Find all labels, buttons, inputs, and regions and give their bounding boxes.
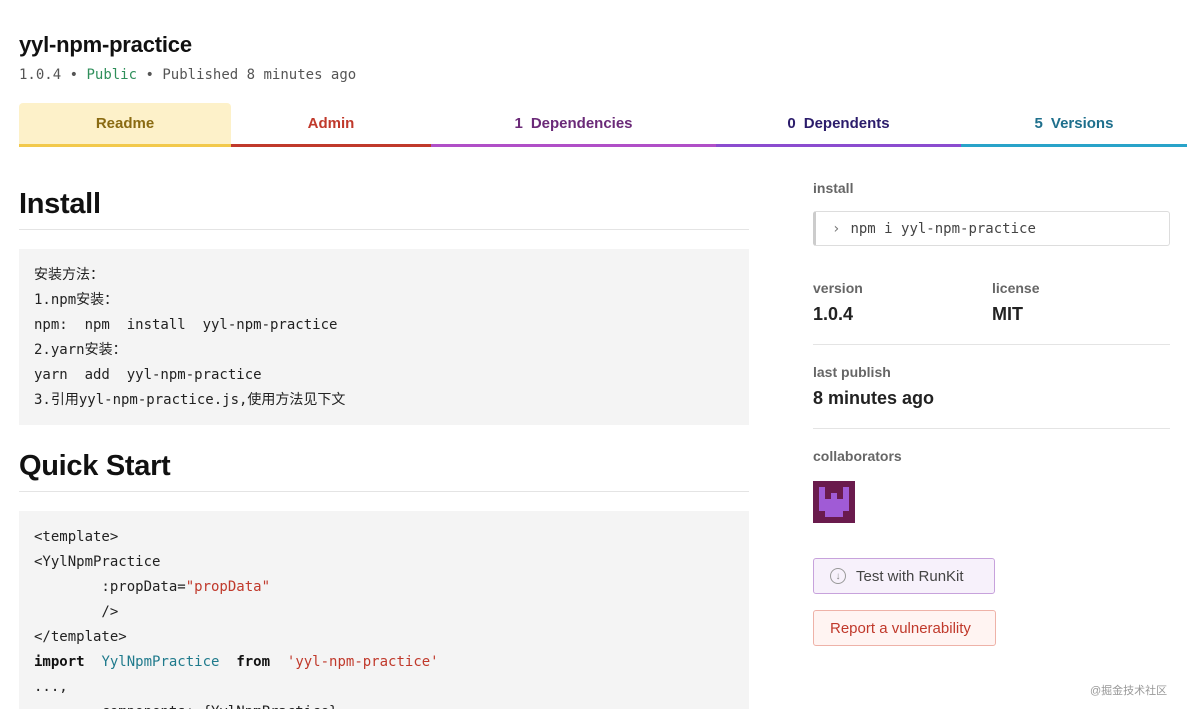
code-string: "propData": [185, 579, 271, 595]
test-with-runkit-button[interactable]: ↓ Test with RunKit: [813, 558, 995, 594]
tab-dependencies[interactable]: 1 Dependencies: [431, 103, 716, 147]
install-heading: Install: [19, 188, 749, 230]
download-icon: ↓: [830, 568, 846, 584]
version-section: version 1.0.4: [813, 280, 983, 325]
code-class: YylNpmPractice: [101, 654, 220, 670]
tab-versions[interactable]: 5 Versions: [961, 103, 1187, 147]
version-value: 1.0.4: [813, 304, 854, 324]
code-line: yarn add yyl-npm-practice: [34, 367, 262, 383]
avatar-icon: [813, 481, 855, 523]
tab-label: Readme: [95, 115, 155, 132]
meta-separator: •: [145, 67, 154, 83]
watermark: @掘金技术社区: [1090, 685, 1168, 697]
last-publish-section: last publish 8 minutes ago: [813, 364, 1170, 409]
code-line: />: [34, 604, 119, 620]
tab-label: Versions: [1050, 115, 1114, 132]
tab-admin[interactable]: Admin: [231, 103, 431, 147]
tab-count: 5: [1034, 115, 1043, 132]
report-vulnerability-button[interactable]: Report a vulnerability: [813, 610, 996, 646]
vuln-label: Report a vulnerability: [830, 619, 971, 637]
install-command: npm i yyl-npm-practice: [850, 220, 1036, 237]
code-line: 1.npm安装：: [34, 292, 119, 308]
meta-separator: •: [69, 67, 79, 83]
tab-label: Admin: [307, 115, 355, 132]
visibility-badge: Public: [86, 67, 138, 83]
code-line: :propData="propData": [34, 575, 734, 600]
last-publish-value: 8 minutes ago: [813, 388, 935, 408]
published-time: Published 8 minutes ago: [162, 67, 357, 83]
code-line: components: {YylNpmPractice},: [34, 700, 734, 709]
runkit-label: Test with RunKit: [856, 567, 964, 585]
code-line: 3.引用yyl-npm-practice.js,使用方法见下文: [34, 392, 346, 408]
quickstart-code-block: <template> <YylNpmPractice :propData="pr…: [19, 511, 749, 709]
code-line: import YylNpmPractice from 'yyl-npm-prac…: [34, 650, 734, 675]
last-publish-label: last publish: [813, 364, 891, 380]
code-line: <YylNpmPractice: [34, 554, 161, 570]
package-meta: 1.0.4 • Public • Published 8 minutes ago: [19, 67, 356, 83]
code-line: ...,: [34, 679, 68, 695]
divider: [813, 428, 1170, 429]
package-tabs: Readme Admin 1 Dependencies 0 Dependents…: [19, 103, 1187, 147]
code-line: <template>: [34, 529, 119, 545]
collaborator-avatar[interactable]: [813, 481, 855, 523]
tab-count: 1: [514, 115, 523, 132]
tab-dependents[interactable]: 0 Dependents: [716, 103, 961, 147]
license-value: MIT: [992, 304, 1023, 324]
package-title: yyl-npm-practice: [19, 32, 192, 57]
divider: [813, 344, 1170, 345]
code-string: 'yyl-npm-practice': [286, 654, 439, 670]
quickstart-heading: Quick Start: [19, 450, 749, 492]
code-line: </template>: [34, 629, 127, 645]
code-keyword: import: [34, 654, 85, 670]
license-label: license: [992, 280, 1040, 296]
code-line: 2.yarn安装：: [34, 342, 127, 358]
license-section: license MIT: [992, 280, 1170, 325]
tab-label: Dependencies: [530, 115, 633, 132]
collaborators-label: collaborators: [813, 448, 902, 464]
tab-readme[interactable]: Readme: [19, 103, 231, 147]
code-keyword: from: [236, 654, 271, 670]
code-attr: :propData=: [34, 579, 186, 595]
code-line: 安装方法：: [34, 267, 104, 283]
code-line: npm: npm install yyl-npm-practice: [34, 317, 338, 333]
package-version: 1.0.4: [19, 67, 62, 83]
chevron-right-icon: ›: [832, 220, 841, 237]
install-code-block: 安装方法： 1.npm安装： npm: npm install yyl-npm-…: [19, 249, 749, 425]
tab-count: 0: [787, 115, 796, 132]
version-label: version: [813, 280, 863, 296]
tab-label: Dependents: [803, 115, 890, 132]
install-label: install: [813, 180, 854, 196]
install-command-box[interactable]: › npm i yyl-npm-practice: [813, 211, 1170, 246]
